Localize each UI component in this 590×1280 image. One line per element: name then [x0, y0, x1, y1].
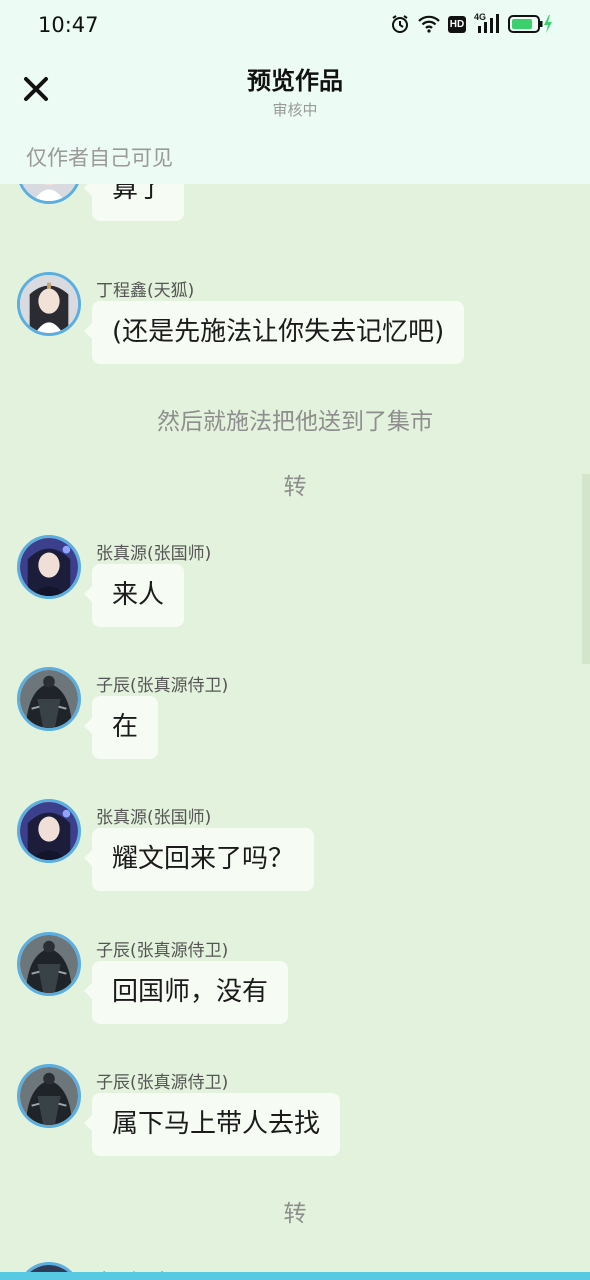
- message-bubble[interactable]: 耀文回来了吗？: [83, 828, 315, 891]
- message-bubble[interactable]: 回国师，没有: [83, 961, 289, 1024]
- status-icons: HD 4G: [390, 12, 554, 34]
- avatar[interactable]: [17, 272, 81, 336]
- signal-4g-icon: 4G: [474, 12, 500, 34]
- page-title: 预览作品: [247, 67, 343, 95]
- review-status: 审核中: [272, 101, 318, 119]
- alarm-icon: [390, 14, 410, 34]
- speaker-name: 丁程鑫(天狐): [96, 281, 195, 301]
- scrollbar[interactable]: [582, 474, 590, 664]
- narration-text: 然后就施法把他送到了集市: [157, 409, 433, 435]
- speaker-name: 张真源(张国师): [96, 808, 212, 828]
- message-bubble[interactable]: 来人: [83, 564, 185, 627]
- avatar[interactable]: [17, 184, 81, 204]
- wifi-icon: [418, 15, 440, 33]
- speaker-name: 子辰(张真源侍卫): [96, 941, 229, 961]
- avatar[interactable]: [17, 799, 81, 863]
- status-time: 10:47: [38, 13, 99, 37]
- chat-area[interactable]: 算了 丁程鑫(天狐) (还是先施法让你失去记忆吧) 然后就施法把他送到了集市 转…: [0, 184, 590, 1280]
- scene-transition: 转: [283, 1201, 307, 1227]
- message-bubble[interactable]: 算了: [83, 184, 185, 221]
- scene-transition: 转: [283, 474, 307, 500]
- avatar[interactable]: [17, 535, 81, 599]
- speaker-name: 子辰(张真源侍卫): [96, 1073, 229, 1093]
- battery-charging-icon: [508, 14, 554, 34]
- speaker-name: 张真源(张国师): [96, 544, 212, 564]
- bottom-bar: [0, 1272, 590, 1280]
- message-bubble[interactable]: (还是先施法让你失去记忆吧): [83, 301, 465, 364]
- avatar[interactable]: [17, 667, 81, 731]
- avatar[interactable]: [17, 1064, 81, 1128]
- avatar[interactable]: [17, 932, 81, 996]
- nav-bar: 预览作品 审核中: [0, 55, 590, 125]
- message-bubble[interactable]: 在: [83, 696, 159, 759]
- speaker-name: 子辰(张真源侍卫): [96, 676, 229, 696]
- top-header: 10:47 HD 4G 预览作品 审核中 仅作者自己可见: [0, 0, 590, 184]
- hd-icon: HD: [448, 15, 466, 33]
- status-bar: 10:47 HD 4G: [0, 0, 590, 50]
- visibility-note: 仅作者自己可见: [26, 146, 173, 170]
- message-bubble[interactable]: 属下马上带人去找: [83, 1093, 341, 1156]
